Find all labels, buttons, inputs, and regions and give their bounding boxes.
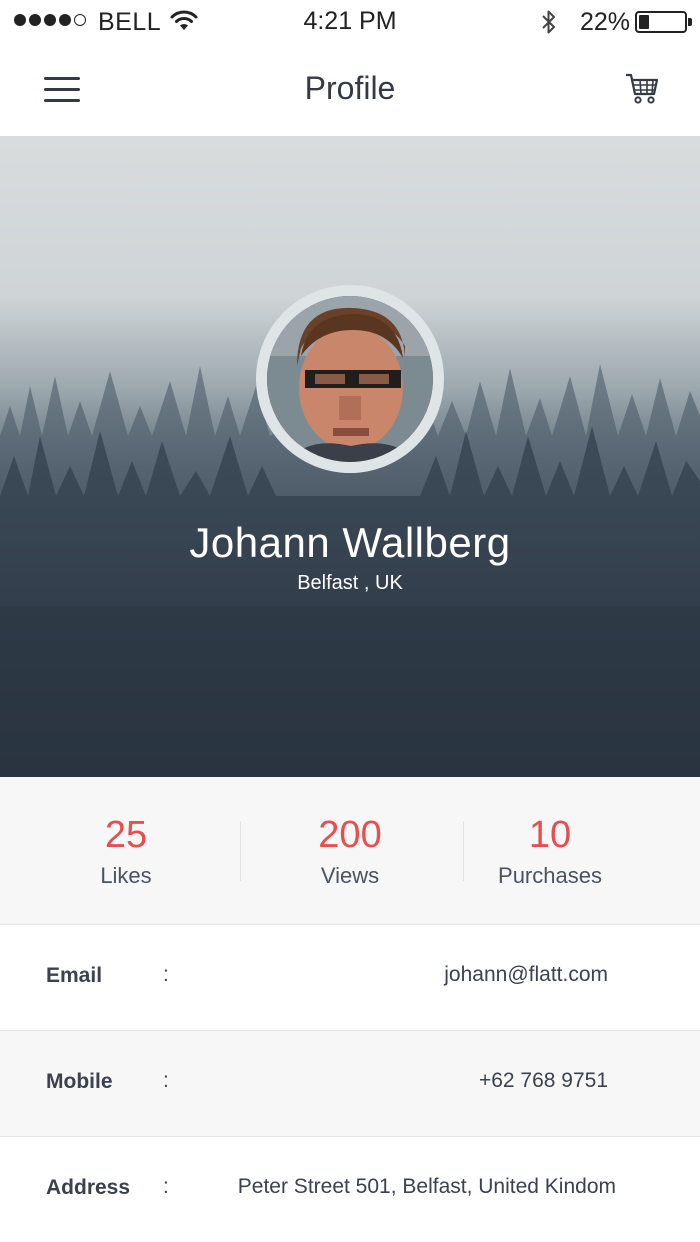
stat-value: 200 [318, 814, 382, 856]
info-label: Address [46, 1176, 131, 1199]
bluetooth-icon [542, 10, 555, 34]
stat-purchases[interactable]: 10 Purchases [438, 777, 662, 924]
address-value: Peter Street 501, Belfast, United Kindom [237, 1175, 616, 1198]
info-row-address: Address : Peter Street 501, Belfast, Uni… [0, 1136, 700, 1242]
stat-label: Views [320, 863, 380, 888]
status-bar: BELL 4:21 PM 22% [0, 0, 700, 44]
avatar[interactable] [267, 296, 433, 462]
battery-icon [635, 11, 692, 33]
stat-views[interactable]: 200 Views [238, 777, 462, 924]
profile-location: Belfast , UK [297, 572, 403, 594]
page-title: Profile [304, 70, 396, 106]
info-separator: : [163, 963, 169, 986]
info-row-mobile: Mobile : +62 768 9751 [0, 1030, 700, 1136]
stat-label: Likes [100, 863, 152, 888]
mobile-value[interactable]: +62 768 9751 [479, 1069, 608, 1093]
navigation-bar: Profile [0, 44, 700, 136]
shopping-cart-icon[interactable] [624, 72, 660, 106]
info-label: Mobile [46, 1070, 113, 1093]
info-separator: : [163, 1175, 169, 1198]
info-row-email: Email : johann@flatt.com [0, 924, 700, 1030]
stat-likes[interactable]: 25 Likes [14, 777, 238, 924]
user-photo-icon [267, 296, 433, 462]
stat-value: 25 [104, 814, 148, 856]
profile-name: Johann Wallberg [189, 519, 511, 566]
profile-header-background: Johann Wallberg Belfast , UK [0, 136, 700, 777]
stat-value: 10 [528, 814, 572, 856]
email-value[interactable]: johann@flatt.com [444, 963, 608, 987]
info-label: Email [46, 964, 103, 987]
stat-label: Purchases [498, 863, 602, 888]
battery-percentage: 22% [580, 8, 631, 36]
profile-stats: 25 Likes 200 Views 10 Purchases [0, 777, 700, 924]
avatar-ring [256, 285, 444, 473]
info-separator: : [163, 1069, 169, 1092]
